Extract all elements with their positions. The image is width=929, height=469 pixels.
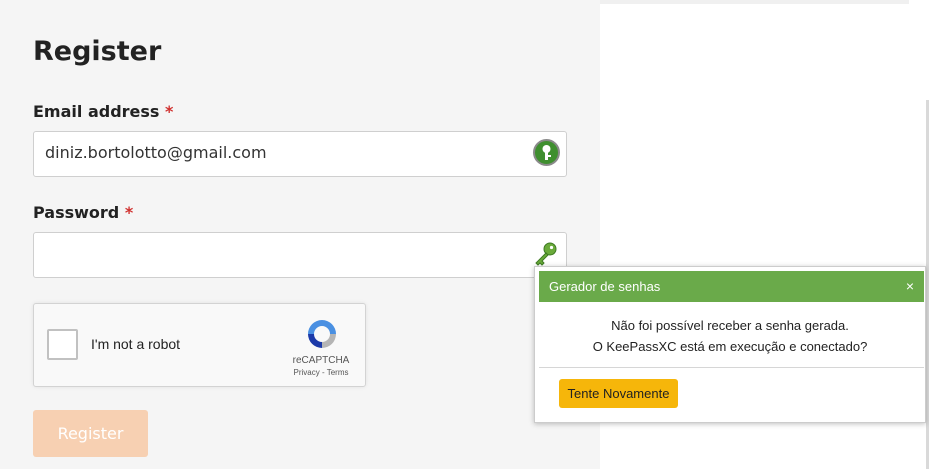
- email-field-value[interactable]: diniz.bortolotto@gmail.com: [45, 143, 267, 162]
- retry-button[interactable]: Tente Novamente: [559, 379, 678, 408]
- recaptcha-links: Privacy - Terms: [282, 368, 360, 377]
- popup-message-line-2: O KeePassXC está em execução e conectado…: [592, 339, 868, 354]
- recaptcha-checkbox-label: I'm not a robot: [91, 336, 181, 352]
- key-icon[interactable]: [533, 241, 559, 267]
- recaptcha-brand: reCAPTCHA: [292, 355, 350, 366]
- popup-title: Gerador de senhas: [549, 279, 661, 294]
- page-title: Register: [33, 36, 162, 67]
- recaptcha-widget: I'm not a robot reCAPTCHA Privacy - Term…: [33, 303, 366, 387]
- recaptcha-logo-icon: [308, 320, 336, 348]
- recaptcha-terms-link[interactable]: Terms: [327, 368, 349, 377]
- popup-divider: [539, 367, 924, 368]
- required-marker: *: [165, 102, 174, 121]
- email-label: Email address *: [33, 102, 173, 121]
- register-button[interactable]: Register: [33, 410, 148, 457]
- password-field[interactable]: [33, 232, 567, 278]
- recaptcha-link-separator: -: [321, 368, 325, 377]
- password-generator-popup: Gerador de senhas × Não foi possível rec…: [534, 266, 926, 423]
- popup-header: Gerador de senhas ×: [539, 271, 924, 302]
- email-field[interactable]: diniz.bortolotto@gmail.com: [33, 131, 567, 177]
- password-label-text: Password: [33, 203, 120, 222]
- required-marker: *: [124, 203, 134, 222]
- popup-message-line-1: Não foi possível receber a senha gerada.: [611, 318, 849, 333]
- password-label: Password *: [33, 203, 133, 222]
- recaptcha-checkbox[interactable]: [47, 329, 78, 360]
- keepassxc-logo-icon[interactable]: [533, 139, 560, 166]
- recaptcha-privacy-link[interactable]: Privacy: [294, 368, 320, 377]
- register-panel: Register Email address * diniz.bortolott…: [0, 0, 600, 469]
- email-label-text: Email address: [33, 102, 160, 121]
- close-icon[interactable]: ×: [906, 278, 914, 294]
